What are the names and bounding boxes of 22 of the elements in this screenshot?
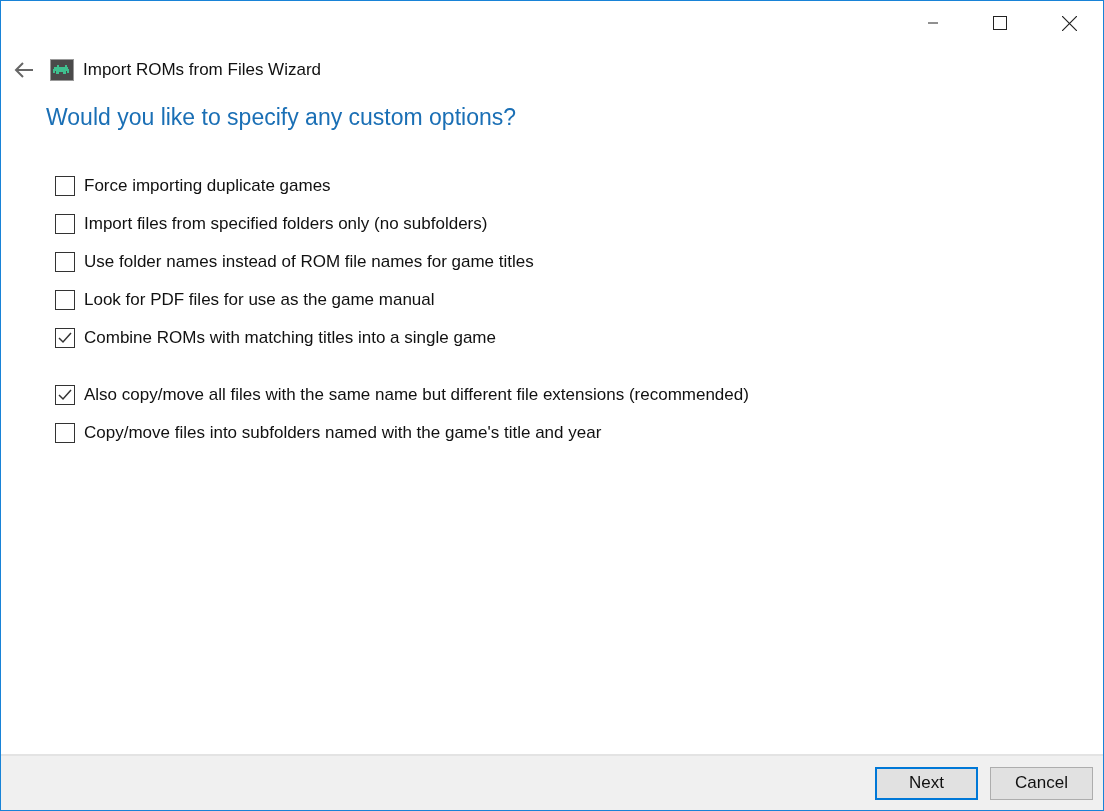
window-title: Import ROMs from Files Wizard <box>83 59 322 82</box>
option-label: Also copy/move all files with the same name but different file extensions (recommended) <box>84 383 749 406</box>
page-heading: Would you like to specify any custom options? <box>46 103 518 132</box>
checkbox[interactable] <box>55 289 75 310</box>
checkbox[interactable] <box>55 213 75 234</box>
checkbox[interactable] <box>55 251 75 272</box>
dialog-button[interactable]: Next <box>875 766 978 800</box>
checkbox[interactable] <box>55 327 75 348</box>
option-label: Use folder names instead of ROM file names for game titles <box>84 250 534 273</box>
dialog-button[interactable]: Cancel <box>990 766 1093 800</box>
back-arrow-icon[interactable] <box>14 62 34 78</box>
space-invader-icon <box>50 59 74 81</box>
option-label: Combine ROMs with matching titles into a single game <box>84 326 496 349</box>
close-icon[interactable] <box>1062 15 1077 31</box>
checkbox[interactable] <box>55 422 75 443</box>
checkbox[interactable] <box>55 175 75 196</box>
option-label: Import files from specified folders only (no subfolders) <box>84 212 488 235</box>
option-label: Look for PDF files for use as the game manual <box>84 288 435 311</box>
maximize-icon[interactable] <box>993 16 1007 30</box>
checkbox[interactable] <box>55 384 75 405</box>
option-label: Copy/move files into subfolders named with the game's title and year <box>84 421 602 444</box>
option-label: Force importing duplicate games <box>84 174 331 197</box>
